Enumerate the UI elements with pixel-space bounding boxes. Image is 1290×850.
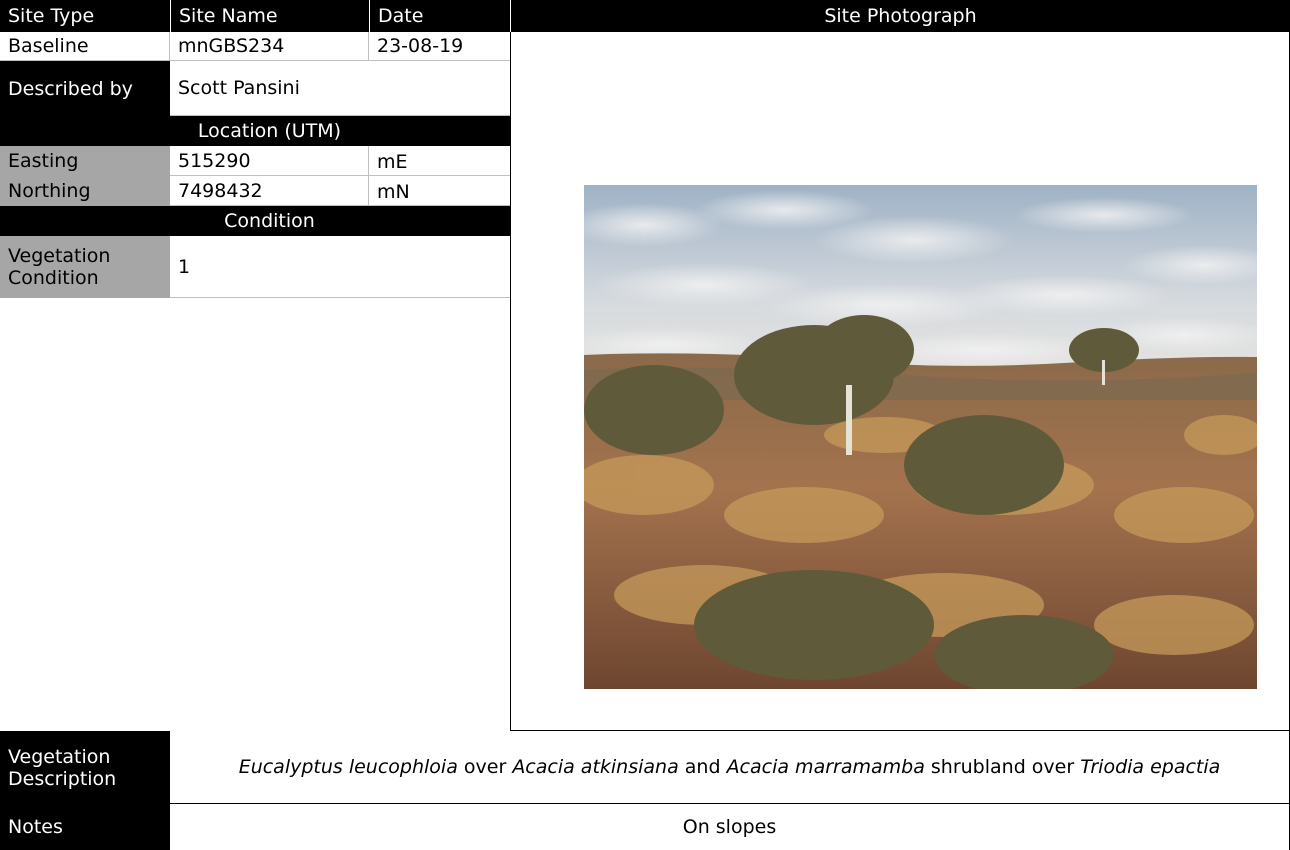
condition-section-header: Condition bbox=[0, 206, 510, 236]
location-section-header: Location (UTM) bbox=[0, 116, 510, 146]
vegetation-condition-label: Vegetation Condition bbox=[0, 236, 170, 298]
notes-value: On slopes bbox=[170, 804, 1290, 850]
location-title: Location (UTM) bbox=[197, 120, 342, 142]
site-name-value: mnGBS234 bbox=[170, 32, 369, 61]
northing-value: 7498432 bbox=[170, 176, 369, 206]
date-value: 23-08-19 bbox=[369, 32, 510, 61]
vegetation-description-value: Eucalyptus leucophloia over Acacia atkin… bbox=[170, 731, 1290, 804]
site-photograph bbox=[584, 185, 1257, 689]
easting-unit: mE bbox=[369, 146, 510, 176]
header-site-type: Site Type bbox=[0, 0, 170, 32]
vegetation-description-text: Eucalyptus leucophloia over Acacia atkin… bbox=[238, 756, 1221, 778]
header-date: Date bbox=[369, 0, 510, 32]
easting-label: Easting bbox=[0, 146, 170, 176]
northing-unit: mN bbox=[369, 176, 510, 206]
vegetation-description-label: Vegetation Description bbox=[0, 731, 170, 804]
vegetation-condition-value: 1 bbox=[170, 236, 510, 298]
header-site-name: Site Name bbox=[170, 0, 369, 32]
described-by-label: Described by bbox=[0, 61, 170, 116]
site-type-value: Baseline bbox=[0, 32, 170, 61]
easting-value: 515290 bbox=[170, 146, 369, 176]
northing-label: Northing bbox=[0, 176, 170, 206]
condition-title: Condition bbox=[224, 210, 315, 232]
notes-label: Notes bbox=[0, 804, 170, 850]
described-by-value: Scott Pansini bbox=[170, 61, 510, 116]
header-site-photograph: Site Photograph bbox=[510, 0, 1290, 32]
